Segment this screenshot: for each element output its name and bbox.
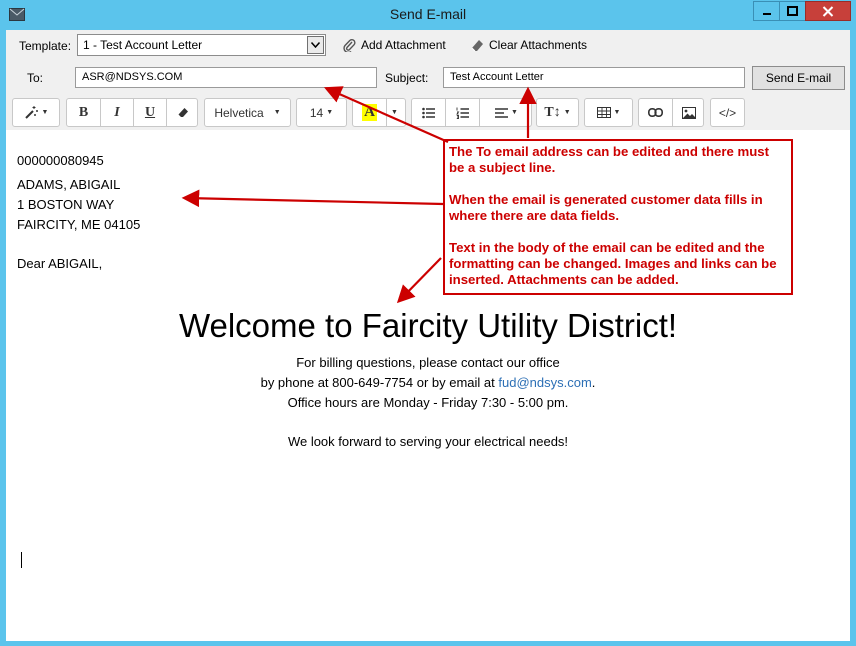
clear-attachments-button[interactable]: Clear Attachments xyxy=(471,38,587,52)
align-icon xyxy=(495,107,509,118)
close-icon xyxy=(822,5,834,17)
contact-text: by phone at 800-649-7754 or by email at xyxy=(260,375,499,390)
subject-label: Subject: xyxy=(385,71,429,85)
welcome-heading: Welcome to Faircity Utility District! xyxy=(178,307,678,344)
window-title: Send E-mail xyxy=(389,6,467,22)
paragraph-group: ▼ xyxy=(411,98,532,127)
highlight-a-label: A xyxy=(362,104,377,121)
to-label: To: xyxy=(27,71,44,85)
table-dropdown[interactable]: ▼ xyxy=(584,98,633,127)
line-height-dropdown[interactable]: T↕ ▼ xyxy=(536,98,579,127)
magic-wand-icon xyxy=(24,106,38,119)
line-height-label: T↕ xyxy=(544,104,561,120)
closing-line: We look forward to serving your electric… xyxy=(287,434,569,449)
numbered-list-icon xyxy=(455,107,469,119)
office-hours-line: Office hours are Monday - Friday 7:30 - … xyxy=(287,395,569,410)
add-attachment-button[interactable]: Add Attachment xyxy=(343,38,446,52)
paperclip-icon xyxy=(343,39,356,52)
customer-name: ADAMS, ABIGAIL xyxy=(17,177,121,192)
font-size-dropdown[interactable]: 14 ▼ xyxy=(296,98,347,127)
insert-image-button[interactable] xyxy=(673,106,705,119)
caret-down-icon: ▼ xyxy=(273,109,281,116)
client-area: Template: 1 - Test Account Letter Add At… xyxy=(6,30,850,641)
highlight-dropdown-caret[interactable]: ▼ xyxy=(391,109,398,116)
caret-down-icon: ▼ xyxy=(613,109,621,116)
address-line-1: 1 BOSTON WAY xyxy=(17,197,115,212)
text-format-group: B I U xyxy=(66,98,198,127)
template-select-value: 1 - Test Account Letter xyxy=(83,38,203,52)
chevron-down-icon xyxy=(311,42,320,48)
clear-attachments-label: Clear Attachments xyxy=(489,38,588,52)
bold-button[interactable]: B xyxy=(67,105,100,121)
annotation-paragraph-1: The To email address can be edited and t… xyxy=(449,144,770,175)
font-family-dropdown[interactable]: Helvetica ▼ xyxy=(204,98,291,127)
template-select[interactable]: 1 - Test Account Letter xyxy=(77,34,326,56)
billing-line: For billing questions, please contact ou… xyxy=(296,355,560,370)
underline-button[interactable]: U xyxy=(134,105,166,121)
caret-down-icon: ▼ xyxy=(41,109,49,116)
subject-field[interactable]: Test Account Letter xyxy=(443,67,745,88)
template-label: Template: xyxy=(19,39,72,53)
annotation-paragraph-2: When the email is generated customer dat… xyxy=(449,192,763,223)
clear-format-button[interactable] xyxy=(167,107,199,118)
minimize-icon xyxy=(762,13,771,15)
contact-period: . xyxy=(591,375,596,390)
align-dropdown-button[interactable]: ▼ xyxy=(480,107,533,118)
close-button[interactable] xyxy=(805,1,851,21)
bullet-list-button[interactable] xyxy=(412,107,445,119)
bullet-list-icon xyxy=(421,107,435,118)
greeting: Dear ABIGAIL, xyxy=(17,256,103,271)
image-icon xyxy=(682,106,696,119)
template-dropdown-button[interactable] xyxy=(307,36,324,54)
maximize-button[interactable] xyxy=(779,1,806,21)
send-email-window: Send E-mail Template: 1 - Test Account L… xyxy=(0,0,856,646)
caret-down-icon: ▼ xyxy=(326,109,334,116)
link-icon xyxy=(648,108,663,117)
divider xyxy=(386,99,387,126)
caret-down-icon: ▼ xyxy=(563,109,571,116)
to-email-field[interactable]: ASR@NDSYS.COM xyxy=(75,67,377,88)
eraser-icon xyxy=(178,108,188,117)
highlight-color-group: A ▼ xyxy=(352,98,406,127)
send-email-button[interactable]: Send E-mail xyxy=(752,66,845,90)
maximize-icon xyxy=(787,6,798,16)
minimize-button[interactable] xyxy=(753,1,780,21)
font-family-value: Helvetica xyxy=(214,105,264,120)
eraser-icon xyxy=(471,39,483,51)
caret-down-icon: ▼ xyxy=(511,109,518,116)
table-icon xyxy=(596,107,611,118)
insert-group xyxy=(638,98,704,127)
account-number: 000000080945 xyxy=(17,153,104,168)
email-link[interactable]: fud@ndsys.com xyxy=(498,375,591,390)
email-header-panel: Template: 1 - Test Account Letter Add At… xyxy=(6,30,850,130)
contact-line: by phone at 800-649-7754 or by email at … xyxy=(6,375,850,390)
italic-button[interactable]: I xyxy=(101,105,133,121)
font-size-value: 14 xyxy=(309,105,324,120)
code-view-button[interactable]: </> xyxy=(710,98,745,127)
add-attachment-label: Add Attachment xyxy=(361,38,446,52)
title-bar[interactable]: Send E-mail xyxy=(0,0,856,30)
annotation-paragraph-3: Text in the body of the email can be edi… xyxy=(449,240,777,287)
numbered-list-button[interactable] xyxy=(446,107,479,119)
insert-link-button[interactable] xyxy=(639,108,672,117)
annotation-callout: The To email address can be edited and t… xyxy=(443,139,793,295)
text-cursor xyxy=(21,552,22,568)
highlight-color-button[interactable]: A xyxy=(353,104,386,121)
address-line-2: FAIRCITY, ME 04105 xyxy=(17,217,141,232)
style-dropdown-button[interactable]: ▼ xyxy=(12,98,60,127)
